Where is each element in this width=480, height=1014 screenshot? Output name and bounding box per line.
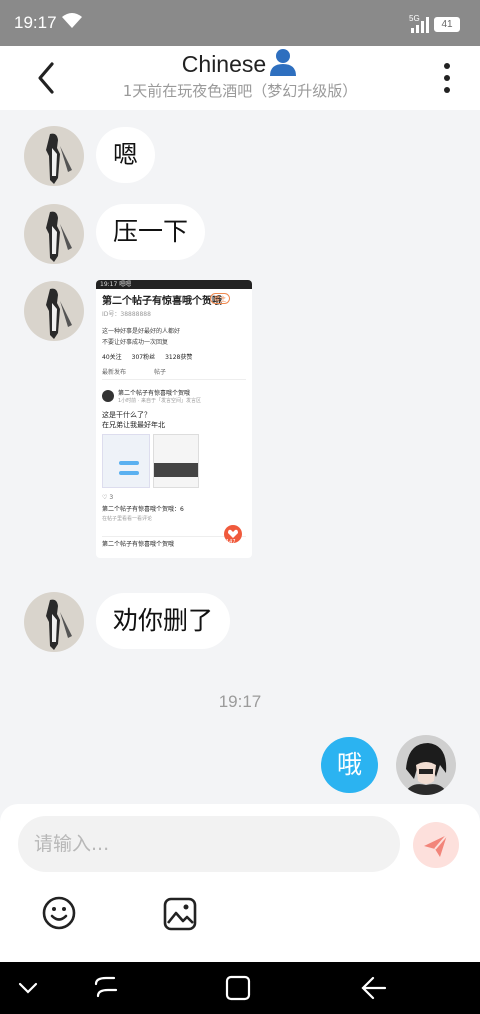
image-tab: 帖子 <box>154 369 167 376</box>
image-intro-1: 这一种好事是好最好的人都好 <box>102 328 181 335</box>
other-user-avatar[interactable] <box>24 126 84 186</box>
status-bar: 19:17 5G 41 <box>0 0 480 46</box>
person-icon <box>270 49 297 76</box>
image-likes: 3 <box>109 494 114 501</box>
image-uid: ID号：38888888 <box>102 311 151 318</box>
back-icon[interactable] <box>357 972 389 1004</box>
image-status-strip: 19:17 嗯嗯 <box>96 280 252 289</box>
image-status-text: 19:17 嗯嗯 <box>100 281 132 288</box>
other-user-avatar[interactable] <box>24 204 84 264</box>
send-icon <box>424 834 448 857</box>
message-bubble[interactable]: 嗯 <box>96 127 156 183</box>
image-stat: 40关注 <box>102 354 122 361</box>
emoji-icon[interactable] <box>40 894 78 932</box>
image-question-1: 这是干什么了？ <box>102 411 151 419</box>
image-author: 第二个帖子有惊喜哦个贺哦 <box>118 390 191 397</box>
status-time: 19:17 <box>14 13 57 32</box>
image-question-2: 在兄弟让我最好年北 <box>102 421 165 429</box>
image-author-avatar <box>102 390 114 402</box>
image-message[interactable]: 19:17 嗯嗯 第二个帖子有惊喜哦个贺哦 楼主 ID号：38888888 这一… <box>96 280 252 558</box>
my-message-bubble[interactable]: 哦 <box>321 737 379 793</box>
image-picker-icon[interactable] <box>161 895 199 933</box>
message-bubble[interactable]: 劝你删了 <box>96 593 231 649</box>
message-composer: 请输入... <box>0 804 480 962</box>
message-bubble[interactable]: 压一下 <box>96 204 206 260</box>
chat-title: Chinese <box>0 48 480 78</box>
other-user-avatar[interactable] <box>24 281 84 341</box>
send-button[interactable] <box>413 822 459 868</box>
message-input[interactable]: 请输入... <box>18 816 400 872</box>
chat-title-text: Chinese <box>181 51 267 77</box>
image-heart-badge: 147 <box>224 525 242 545</box>
image-author-sub: 1小时前 · 来自于「发言空间」发言区 <box>118 398 201 404</box>
image-stat: 3128获赞 <box>165 354 193 361</box>
system-navigation-bar <box>0 962 480 1014</box>
image-footer-2: 在帖子里看看一看评论 <box>102 516 153 522</box>
image-like-icon: ♡ <box>102 494 108 501</box>
my-avatar[interactable] <box>396 735 456 795</box>
more-options-icon[interactable] <box>432 58 462 98</box>
image-embedded-screens <box>102 434 246 488</box>
image-stat: 307粉丝 <box>131 354 156 361</box>
network-type: 5G <box>409 14 420 23</box>
message-timestamp: 19:17 <box>218 692 262 711</box>
image-badge-count: 147 <box>226 539 236 545</box>
wifi-icon <box>62 13 82 28</box>
image-tag: 楼主 <box>209 293 230 304</box>
other-user-avatar[interactable] <box>24 592 84 652</box>
image-footer-1: 第二个帖子有惊喜哦个贺哦：6 <box>102 506 184 513</box>
recent-apps-icon[interactable] <box>90 972 122 1004</box>
home-icon[interactable] <box>222 972 254 1004</box>
chat-subtitle: 1天前在玩夜色酒吧（梦幻升级版） <box>122 82 358 100</box>
battery-indicator: 41 <box>434 17 460 32</box>
chevron-down-icon[interactable] <box>12 972 44 1004</box>
chat-header: Chinese 1天前在玩夜色酒吧（梦幻升级版） <box>0 46 480 110</box>
image-intro-2: 不要让好事成功一次回复 <box>102 339 169 346</box>
image-tab: 最新发布 <box>102 369 127 376</box>
